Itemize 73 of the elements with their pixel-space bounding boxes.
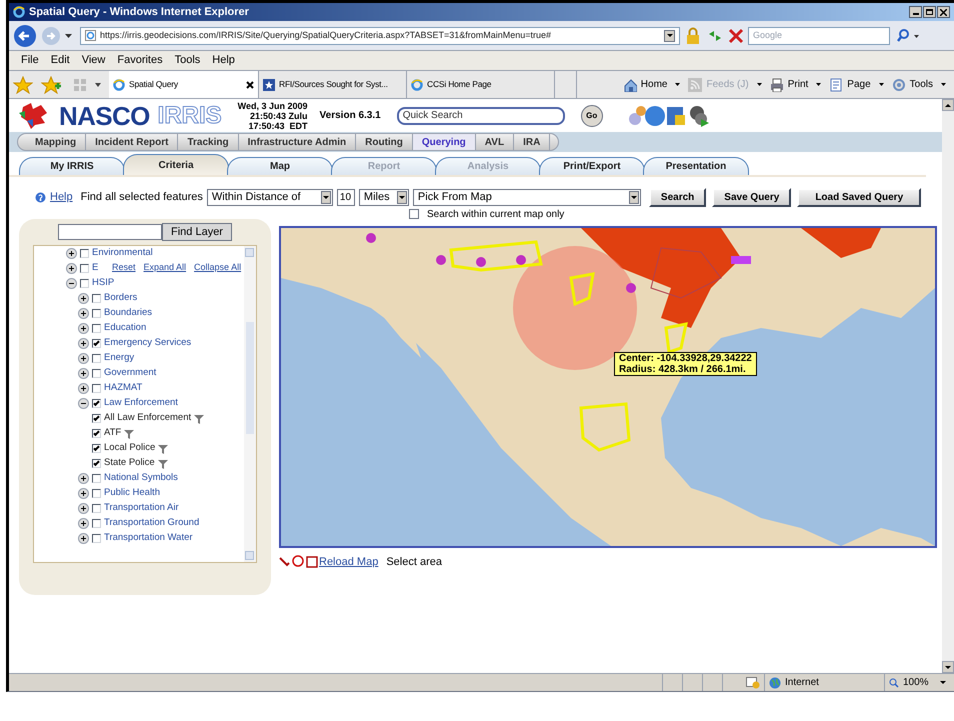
checkbox-label: Search within current map only — [427, 208, 564, 222]
save-query-button[interactable]: Save Query — [712, 188, 792, 206]
menu-item[interactable]: Tools — [174, 52, 200, 69]
layer-group-label[interactable]: HSIP — [92, 276, 114, 291]
layer-label[interactable]: ATF — [104, 426, 122, 441]
load-query-button[interactable]: Load Saved Query — [797, 188, 922, 206]
logo-text: NASCO — [59, 102, 150, 128]
sub-tab[interactable]: My IRRIS — [19, 157, 125, 175]
menu-item[interactable]: Help — [212, 52, 235, 69]
nav-tab[interactable]: Tracking — [178, 134, 239, 150]
layer-label[interactable]: Local Police — [104, 441, 156, 456]
help-link[interactable]: Help — [50, 188, 73, 206]
sub-tab[interactable]: Map — [227, 157, 333, 175]
map-mode-text: Select area — [386, 555, 442, 570]
zoom-control[interactable]: 100% — [884, 674, 954, 691]
target-dropdown[interactable]: Pick From Map — [412, 188, 641, 206]
logo-subtitle: IRRIS — [158, 104, 222, 128]
nav-tab[interactable]: Querying — [412, 134, 476, 150]
menu-item[interactable]: File — [21, 52, 39, 69]
nav-tab[interactable]: Infrastructure Admin — [238, 134, 356, 150]
layer-group-label[interactable]: Boundaries — [104, 306, 152, 321]
toolbar-button[interactable]: Tools — [892, 77, 946, 92]
tree-link[interactable]: Expand All — [144, 261, 186, 274]
nav-tab[interactable]: IRA — [514, 134, 550, 150]
toolbar-button[interactable]: Page — [829, 77, 884, 92]
search-button[interactable]: Search — [648, 188, 706, 206]
layer-group-label[interactable]: Borders — [104, 291, 138, 306]
nav-tab[interactable]: Incident Report — [86, 134, 178, 150]
operator-dropdown[interactable]: Within Distance of — [206, 188, 333, 206]
menu-item[interactable]: Edit — [50, 52, 70, 69]
layer-group-label[interactable]: Environmental — [92, 246, 153, 261]
layer-group-label[interactable]: Transportation Water — [104, 531, 193, 546]
date-text: Wed, 3 Jun 2009 — [238, 100, 308, 110]
toolbar-button[interactable]: Print — [770, 77, 822, 92]
menu-item[interactable]: View — [82, 52, 106, 69]
browser-tab[interactable]: Spatial Query — [109, 71, 259, 98]
layer-group-label[interactable]: Transportation Air — [104, 501, 179, 516]
sub-tab[interactable]: Presentation — [643, 157, 749, 175]
go-button[interactable]: Go — [580, 104, 603, 126]
layer-group-label[interactable]: Education — [104, 321, 146, 336]
version-text: Version 6.3.1 — [320, 109, 381, 123]
layer-group-label[interactable]: Government — [104, 366, 156, 381]
reload-map-link[interactable]: Reload Map — [319, 554, 378, 570]
zone-text: Internet — [785, 676, 819, 690]
nav-tab[interactable]: Mapping — [26, 134, 86, 150]
layer-label[interactable]: All Law Enforcement — [104, 411, 192, 426]
window-title: Spatial Query - Windows Internet Explorer — [29, 4, 249, 20]
distance-field[interactable]: 10 — [336, 188, 355, 206]
layer-group-label[interactable]: Transportation Ground — [104, 516, 200, 531]
layer-group-label[interactable]: Public Health — [104, 486, 160, 501]
menu-item[interactable]: Favorites — [117, 52, 163, 69]
layer-group-label[interactable]: E — [92, 261, 98, 276]
layer-group-label[interactable]: Energy — [104, 351, 134, 366]
layer-group-label[interactable]: HAZMAT — [104, 381, 142, 396]
layer-group-label[interactable]: Emergency Services — [104, 336, 192, 351]
query-prefix-text: Find all selected features — [80, 190, 203, 205]
sub-tab[interactable]: Print/Export — [539, 157, 645, 175]
time-text: 17:50:43 EDT — [248, 120, 308, 130]
units-dropdown[interactable]: Miles — [358, 188, 409, 206]
layer-group-label[interactable]: Law Enforcement — [104, 396, 178, 411]
tree-link[interactable]: Collapse All — [194, 261, 242, 274]
layer-label[interactable]: State Police — [104, 456, 155, 471]
callout-text: Radius: 428.3km / 266.1mi. — [619, 364, 747, 375]
address-field[interactable]: https://irris.geodecisions.com/IRRIS/Site/Querying/SpatialQueryCriteria.aspx?TABSET=31&fromMainMenu=true# — [80, 26, 680, 44]
time-text: 21:50:43 Zulu — [250, 110, 308, 120]
toolbar-button[interactable]: Home — [622, 77, 680, 92]
tree-link[interactable]: Reset — [112, 261, 136, 274]
find-layer-button[interactable]: Find Layer — [162, 223, 232, 241]
nav-tab[interactable]: AVL — [476, 134, 514, 150]
layer-group-label[interactable]: National Symbols — [104, 471, 178, 486]
quick-search-field[interactable]: Quick Search — [396, 106, 565, 124]
callout-text: Center: -104.33928,29.34222 — [619, 353, 752, 364]
sub-tab[interactable]: Criteria — [123, 154, 229, 175]
